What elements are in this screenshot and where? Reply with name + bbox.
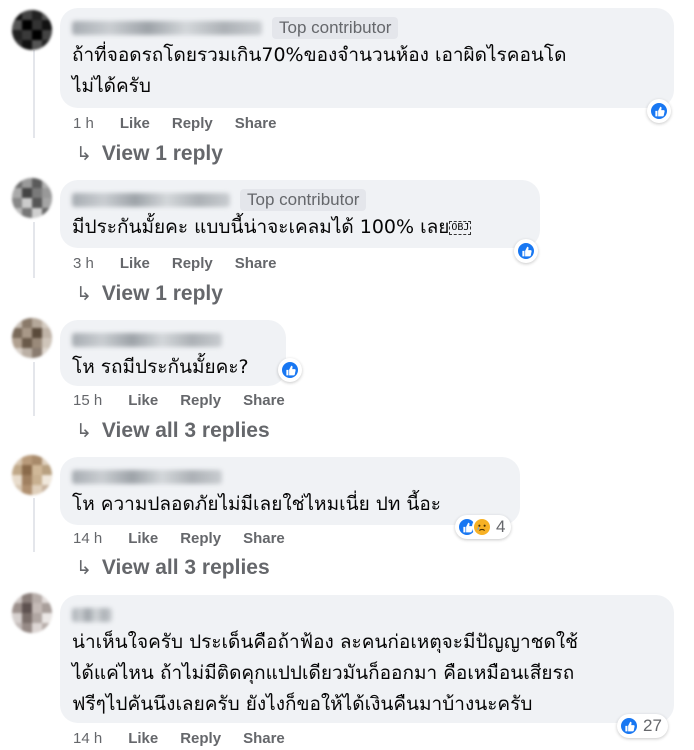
reaction-summary[interactable]: 4 — [455, 515, 512, 539]
comment-actions: 14 h Like Reply Share — [73, 730, 307, 747]
reply-arrow-icon: ↳ — [76, 283, 92, 305]
comment-actions: 14 h Like Reply Share — [73, 530, 307, 547]
author-name-blurred[interactable] — [72, 608, 112, 622]
comment-time[interactable]: 14 h — [73, 530, 102, 547]
top-contributor-badge: Top contributor — [240, 189, 367, 211]
comment-actions: 3 h Like Reply Share — [73, 255, 298, 272]
avatar[interactable] — [12, 593, 52, 633]
avatar[interactable] — [12, 178, 52, 218]
comment-bubble: Top contributor มีประกันมั้ยคะ แบบนี้น่า… — [60, 180, 540, 248]
reaction-summary[interactable] — [514, 239, 538, 263]
thread-line — [33, 222, 35, 278]
comment-actions: 1 h Like Reply Share — [73, 115, 298, 132]
comment-time[interactable]: 14 h — [73, 730, 102, 747]
reaction-summary[interactable] — [647, 99, 671, 123]
like-button[interactable]: Like — [120, 255, 150, 272]
like-button[interactable]: Like — [128, 392, 158, 409]
comment-header: Top contributor — [72, 16, 660, 40]
reaction-count: 4 — [496, 517, 506, 536]
avatar[interactable] — [12, 10, 52, 50]
comment-header — [72, 603, 660, 627]
like-reaction-icon — [619, 716, 639, 736]
like-button[interactable]: Like — [128, 730, 158, 747]
reply-arrow-icon: ↳ — [76, 557, 92, 579]
comment-bubble: โห รถมีประกันมั้ยคะ? — [60, 320, 286, 386]
comment-header — [72, 465, 506, 489]
comment-actions: 15 h Like Reply Share — [73, 392, 307, 409]
reply-button[interactable]: Reply — [180, 730, 221, 747]
comment-text: ถ้าที่จอดรถโดยรวมเกิน70%ของจำนวนห้อง เอา… — [72, 44, 567, 97]
like-reaction-icon — [516, 241, 536, 261]
thread-line — [33, 498, 35, 552]
reply-button[interactable]: Reply — [180, 392, 221, 409]
share-button[interactable]: Share — [243, 730, 285, 747]
reply-arrow-icon: ↳ — [76, 420, 92, 442]
emoji-placeholder: OBJ — [449, 220, 472, 235]
like-button[interactable]: Like — [120, 115, 150, 132]
comment-time[interactable]: 1 h — [73, 115, 94, 132]
view-replies-label: View 1 reply — [101, 282, 223, 305]
comment-header: Top contributor — [72, 188, 526, 212]
reaction-summary[interactable]: 27 — [617, 714, 668, 738]
reaction-count: 27 — [643, 716, 662, 735]
author-name-blurred[interactable] — [72, 470, 222, 484]
like-button[interactable]: Like — [128, 530, 158, 547]
comment-bubble: น่าเห็นใจครับ ประเด็นคือถ้าฟ้อง ละคนก่อเ… — [60, 595, 674, 723]
comment-time[interactable]: 3 h — [73, 255, 94, 272]
comment-bubble: Top contributor ถ้าที่จอดรถโดยรวมเกิน70%… — [60, 8, 674, 108]
reaction-summary[interactable] — [278, 358, 302, 382]
avatar[interactable] — [12, 318, 52, 358]
reply-button[interactable]: Reply — [172, 255, 213, 272]
thread-line — [33, 50, 35, 138]
comment-time[interactable]: 15 h — [73, 392, 102, 409]
author-name-blurred[interactable] — [72, 21, 262, 35]
comment-text: โห ความปลอดภัยไม่มีเลยใช่ไหมเนี่ย ปท นี้… — [72, 493, 441, 515]
comment-bubble: โห ความปลอดภัยไม่มีเลยใช่ไหมเนี่ย ปท นี้… — [60, 457, 520, 525]
view-replies-link[interactable]: ↳ View all 3 replies — [76, 556, 270, 580]
view-replies-label: View 1 reply — [101, 142, 223, 165]
comment-text: โห รถมีประกันมั้ยคะ? — [72, 356, 249, 378]
avatar[interactable] — [12, 455, 52, 495]
share-button[interactable]: Share — [243, 392, 285, 409]
like-reaction-icon — [280, 360, 300, 380]
reply-button[interactable]: Reply — [180, 530, 221, 547]
view-replies-label: View all 3 replies — [101, 419, 270, 442]
view-replies-link[interactable]: ↳ View all 3 replies — [76, 419, 270, 443]
reply-button[interactable]: Reply — [172, 115, 213, 132]
view-replies-link[interactable]: ↳ View 1 reply — [76, 282, 223, 306]
author-name-blurred[interactable] — [72, 333, 222, 347]
comment-text: มีประกันมั้ยคะ แบบนี้น่าจะเคลมได้ 100% เ… — [72, 216, 472, 238]
reply-arrow-icon: ↳ — [76, 143, 92, 165]
like-reaction-icon — [649, 101, 669, 121]
author-name-blurred[interactable] — [72, 193, 230, 207]
comment-text: น่าเห็นใจครับ ประเด็นคือถ้าฟ้อง ละคนก่อเ… — [72, 631, 579, 715]
view-replies-link[interactable]: ↳ View 1 reply — [76, 142, 223, 166]
top-contributor-badge: Top contributor — [272, 17, 399, 39]
share-button[interactable]: Share — [235, 115, 277, 132]
thread-line — [33, 362, 35, 416]
sad-reaction-icon — [472, 517, 492, 537]
share-button[interactable]: Share — [235, 255, 277, 272]
comment-header — [72, 328, 272, 352]
share-button[interactable]: Share — [243, 530, 285, 547]
view-replies-label: View all 3 replies — [101, 556, 270, 579]
